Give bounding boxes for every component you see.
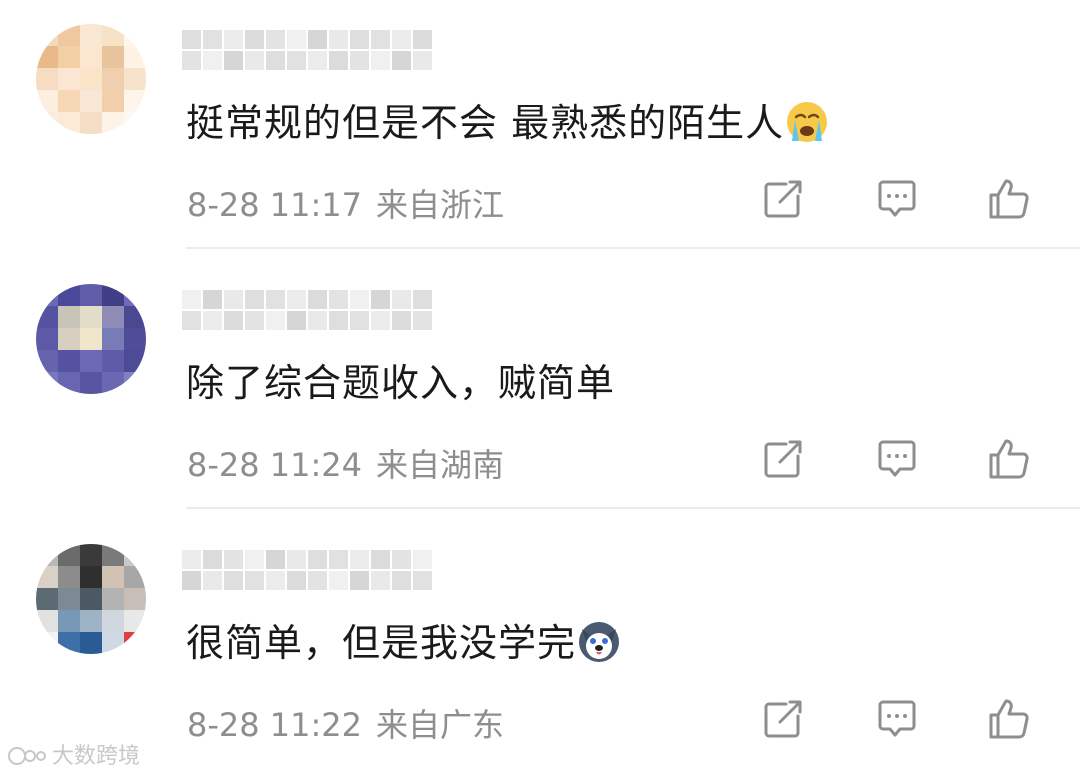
comment-meta: 8-28 11:22 来自广东	[187, 700, 504, 746]
share-icon[interactable]	[760, 176, 806, 222]
comment-text-content: 挺常规的但是不会 最熟悉的陌生人	[186, 101, 785, 145]
username-blurred[interactable]	[182, 290, 432, 330]
watermark-logo-icon	[8, 747, 46, 765]
comment-icon[interactable]	[874, 696, 920, 742]
comment-meta: 8-28 11:17 来自浙江	[187, 180, 504, 226]
avatar[interactable]	[36, 24, 146, 134]
husky-dog-emoji	[579, 622, 620, 662]
username-blurred[interactable]	[182, 550, 432, 590]
avatar[interactable]	[36, 284, 146, 394]
comment-location: 来自浙江	[376, 186, 505, 224]
comment-item: 挺常规的但是不会 最熟悉的陌生人 8-28 11:17 来自浙江	[0, 0, 1080, 258]
like-icon[interactable]	[986, 176, 1032, 222]
share-icon[interactable]	[760, 696, 806, 742]
comment-text-content: 很简单，但是我没学完	[186, 621, 577, 665]
comment-location: 来自广东	[376, 706, 505, 744]
comment-meta: 8-28 11:24 来自湖南	[187, 440, 504, 486]
username-blurred[interactable]	[182, 30, 432, 70]
divider	[186, 507, 1080, 509]
watermark: 大数跨境	[8, 738, 140, 770]
comment-location: 来自湖南	[376, 446, 505, 484]
comment-time: 8-28 11:22	[187, 706, 363, 744]
comment-icon[interactable]	[874, 436, 920, 482]
comment-time: 8-28 11:24	[187, 446, 363, 484]
comment-text: 挺常规的但是不会 最熟悉的陌生人	[186, 92, 828, 147]
comment-item: 除了综合题收入，贼简单 8-28 11:24 来自湖南	[0, 260, 1080, 518]
divider	[186, 247, 1080, 249]
comment-icon[interactable]	[874, 176, 920, 222]
comment-text: 很简单，但是我没学完	[186, 612, 620, 667]
like-icon[interactable]	[986, 436, 1032, 482]
comment-text: 除了综合题收入，贼简单	[186, 352, 615, 407]
watermark-text: 大数跨境	[52, 744, 141, 769]
crying-face-emoji	[787, 102, 828, 142]
like-icon[interactable]	[986, 696, 1032, 742]
comment-text-content: 除了综合题收入，贼简单	[186, 361, 616, 405]
comment-item: 很简单，但是我没学完 8-28 11:22 来自广东	[0, 520, 1080, 778]
avatar[interactable]	[36, 544, 146, 654]
share-icon[interactable]	[760, 436, 806, 482]
comment-time: 8-28 11:17	[187, 186, 363, 224]
